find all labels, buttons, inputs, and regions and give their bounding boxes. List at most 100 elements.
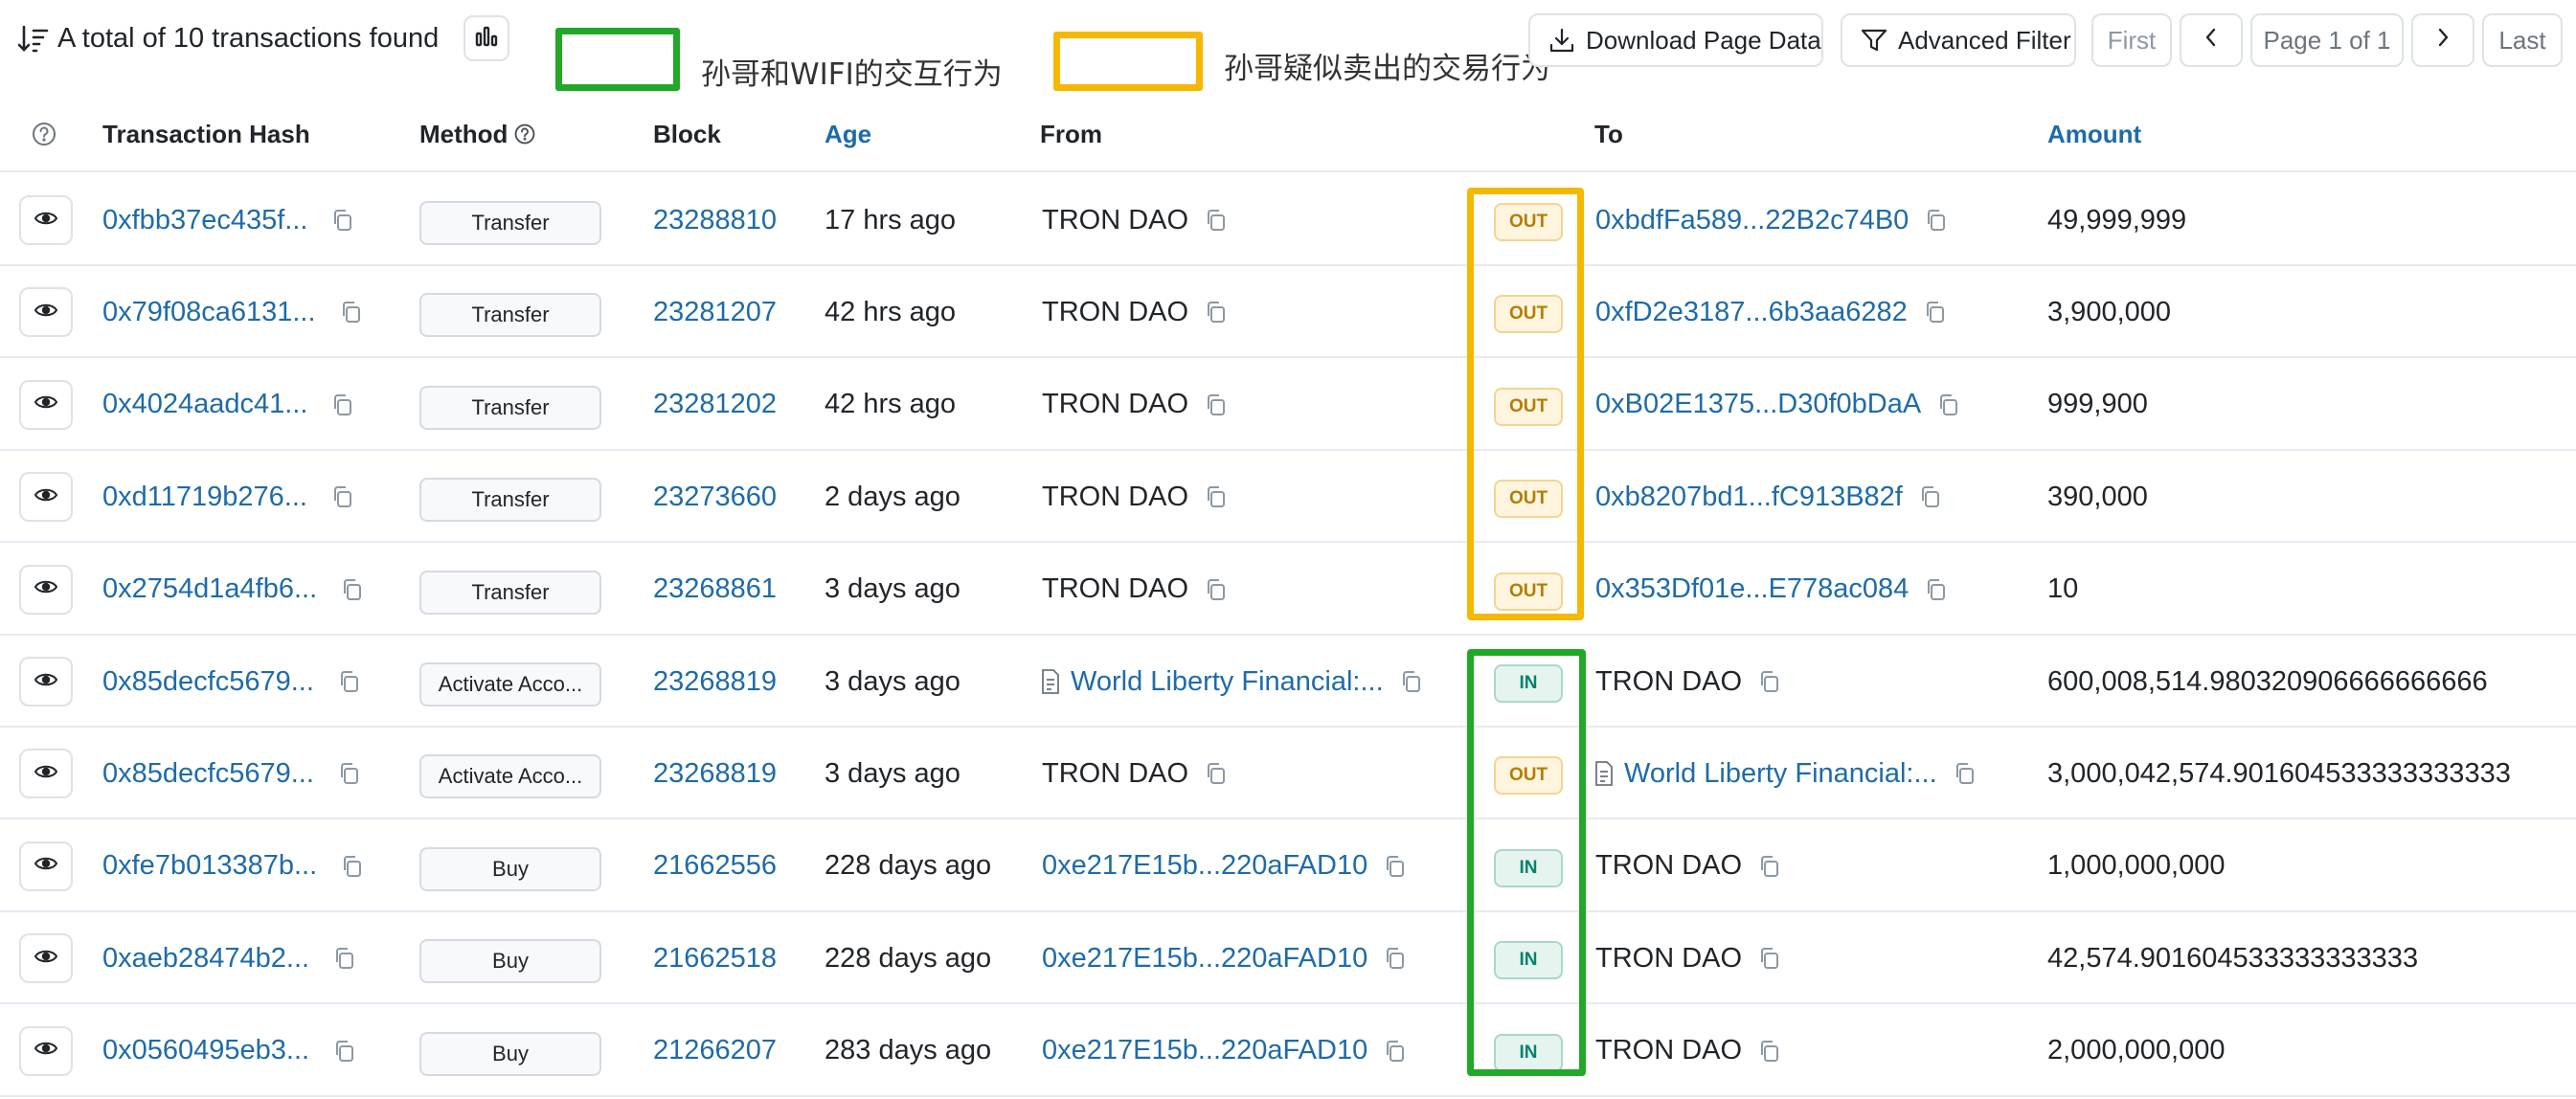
from-address: TRON DAO bbox=[1042, 204, 1189, 236]
copy-icon[interactable] bbox=[1204, 484, 1229, 509]
copy-icon[interactable] bbox=[1924, 208, 1949, 233]
eye-icon bbox=[34, 854, 58, 878]
to-address[interactable]: 0x353Df01e...E778ac084 bbox=[1595, 573, 1909, 605]
legend-yellow-swatch bbox=[1053, 32, 1203, 91]
block-link[interactable]: 21266207 bbox=[653, 1035, 777, 1066]
view-details-button[interactable] bbox=[19, 472, 73, 523]
to-address[interactable]: 0xfD2e3187...6b3aa6282 bbox=[1595, 297, 1908, 328]
chevron-left-icon bbox=[2202, 26, 2221, 56]
transaction-hash-link[interactable]: 0x79f08ca6131... bbox=[102, 297, 316, 328]
block-link[interactable]: 21662556 bbox=[653, 850, 777, 882]
method-help-icon[interactable] bbox=[513, 120, 536, 145]
copy-icon[interactable] bbox=[1383, 854, 1408, 879]
transaction-hash-link[interactable]: 0xaeb28474b2... bbox=[102, 943, 309, 975]
copy-icon[interactable] bbox=[1383, 946, 1408, 971]
copy-icon[interactable] bbox=[1383, 1039, 1408, 1064]
from-address[interactable]: 0xe217E15b...220aFAD10 bbox=[1042, 943, 1367, 975]
block-link[interactable]: 23273660 bbox=[653, 482, 777, 513]
advanced-filter-button[interactable]: Advanced Filter bbox=[1841, 13, 2076, 67]
to-address[interactable]: 0xbdfFa589...22B2c74B0 bbox=[1595, 205, 1909, 236]
column-header-amount[interactable]: Amount bbox=[2047, 117, 2141, 151]
transaction-hash-link[interactable]: 0xd11719b276... bbox=[102, 482, 307, 513]
age-text: 228 days ago bbox=[825, 942, 992, 974]
copy-icon[interactable] bbox=[1936, 392, 1961, 417]
eye-icon bbox=[34, 1039, 58, 1063]
view-details-button[interactable] bbox=[19, 841, 73, 891]
view-details-button[interactable] bbox=[19, 564, 73, 615]
to-address[interactable]: 0xB02E1375...D30f0bDaA bbox=[1595, 389, 1921, 420]
copy-icon[interactable] bbox=[1757, 854, 1782, 879]
block-link[interactable]: 21662518 bbox=[653, 943, 777, 975]
legend-yellow-label: 孙哥疑似卖出的交易行为 bbox=[1224, 52, 1550, 86]
copy-icon[interactable] bbox=[340, 577, 365, 602]
transaction-hash-link[interactable]: 0xfe7b013387b... bbox=[102, 850, 317, 882]
transaction-hash-link[interactable]: 0x85decfc5679... bbox=[102, 666, 314, 698]
copy-icon[interactable] bbox=[1204, 300, 1229, 325]
transaction-hash-link[interactable]: 0xfbb37ec435f... bbox=[102, 205, 307, 236]
from-address[interactable]: 0xe217E15b...220aFAD10 bbox=[1042, 1035, 1367, 1066]
copy-icon[interactable] bbox=[1204, 392, 1229, 417]
view-details-button[interactable] bbox=[19, 1025, 73, 1076]
view-details-button[interactable] bbox=[19, 195, 73, 245]
copy-icon[interactable] bbox=[1757, 1039, 1782, 1064]
to-address[interactable]: 0xb8207bd1...fC913B82f bbox=[1595, 482, 1903, 513]
block-link[interactable]: 23268819 bbox=[653, 758, 777, 790]
view-details-button[interactable] bbox=[19, 287, 73, 338]
from-address[interactable]: 0xe217E15b...220aFAD10 bbox=[1042, 850, 1367, 882]
next-page-button[interactable] bbox=[2411, 13, 2474, 67]
copy-icon[interactable] bbox=[1204, 208, 1229, 233]
copy-icon[interactable] bbox=[337, 761, 362, 786]
to-address: TRON DAO bbox=[1595, 1035, 1743, 1066]
transaction-hash-link[interactable]: 0x0560495eb3... bbox=[102, 1035, 309, 1066]
view-details-button[interactable] bbox=[19, 933, 73, 984]
chart-button[interactable] bbox=[463, 15, 509, 61]
filter-label: Advanced Filter bbox=[1898, 25, 2071, 55]
block-link[interactable]: 23281207 bbox=[653, 297, 777, 328]
table-header: Transaction Hash Method Block Age From T… bbox=[0, 96, 2576, 172]
copy-icon[interactable] bbox=[1757, 669, 1782, 694]
view-details-button[interactable] bbox=[19, 379, 73, 430]
age-text: 2 days ago bbox=[825, 481, 960, 512]
previous-page-button[interactable] bbox=[2180, 13, 2243, 67]
contract-icon bbox=[1040, 668, 1063, 695]
block-link[interactable]: 23268861 bbox=[653, 573, 777, 605]
last-page-button[interactable]: Last bbox=[2482, 13, 2563, 67]
age-text: 228 days ago bbox=[825, 850, 992, 882]
copy-icon[interactable] bbox=[1204, 761, 1229, 786]
to-address[interactable]: World Liberty Financial:... bbox=[1624, 758, 1937, 790]
block-link[interactable]: 23288810 bbox=[653, 205, 777, 236]
copy-icon[interactable] bbox=[1757, 946, 1782, 971]
transaction-hash-link[interactable]: 0x4024aadc41... bbox=[102, 389, 307, 420]
transaction-hash-link[interactable]: 0x2754d1a4fb6... bbox=[102, 573, 317, 605]
block-link[interactable]: 23268819 bbox=[653, 666, 777, 698]
help-circle-icon[interactable] bbox=[31, 121, 57, 147]
copy-icon[interactable] bbox=[332, 1039, 357, 1064]
copy-icon[interactable] bbox=[1923, 300, 1948, 325]
view-details-button[interactable] bbox=[19, 657, 73, 706]
copy-icon[interactable] bbox=[1399, 669, 1424, 694]
direction-badge: OUT bbox=[1494, 295, 1563, 334]
transaction-hash-link[interactable]: 0x85decfc5679... bbox=[102, 758, 314, 790]
copy-icon[interactable] bbox=[340, 854, 365, 879]
copy-icon[interactable] bbox=[330, 484, 355, 509]
eye-icon bbox=[34, 485, 58, 509]
age-text: 17 hrs ago bbox=[825, 204, 957, 236]
copy-icon[interactable] bbox=[1918, 484, 1943, 509]
view-details-button[interactable] bbox=[19, 749, 73, 799]
copy-icon[interactable] bbox=[337, 669, 362, 694]
copy-icon[interactable] bbox=[339, 300, 364, 325]
first-page-button[interactable]: First bbox=[2091, 13, 2172, 67]
column-header-age[interactable]: Age bbox=[825, 117, 871, 151]
copy-icon[interactable] bbox=[330, 208, 355, 233]
copy-icon[interactable] bbox=[332, 946, 357, 971]
from-address[interactable]: World Liberty Financial:... bbox=[1071, 666, 1384, 698]
sort-descending-icon[interactable] bbox=[17, 23, 50, 56]
download-page-data-button[interactable]: Download Page Data bbox=[1528, 13, 1823, 67]
copy-icon[interactable] bbox=[330, 392, 355, 417]
block-link[interactable]: 23281202 bbox=[653, 389, 777, 420]
copy-icon[interactable] bbox=[1924, 577, 1949, 602]
amount-value: 390,000 bbox=[2047, 481, 2148, 512]
column-header-method: Method bbox=[419, 117, 536, 151]
copy-icon[interactable] bbox=[1204, 577, 1229, 602]
copy-icon[interactable] bbox=[1953, 761, 1977, 786]
